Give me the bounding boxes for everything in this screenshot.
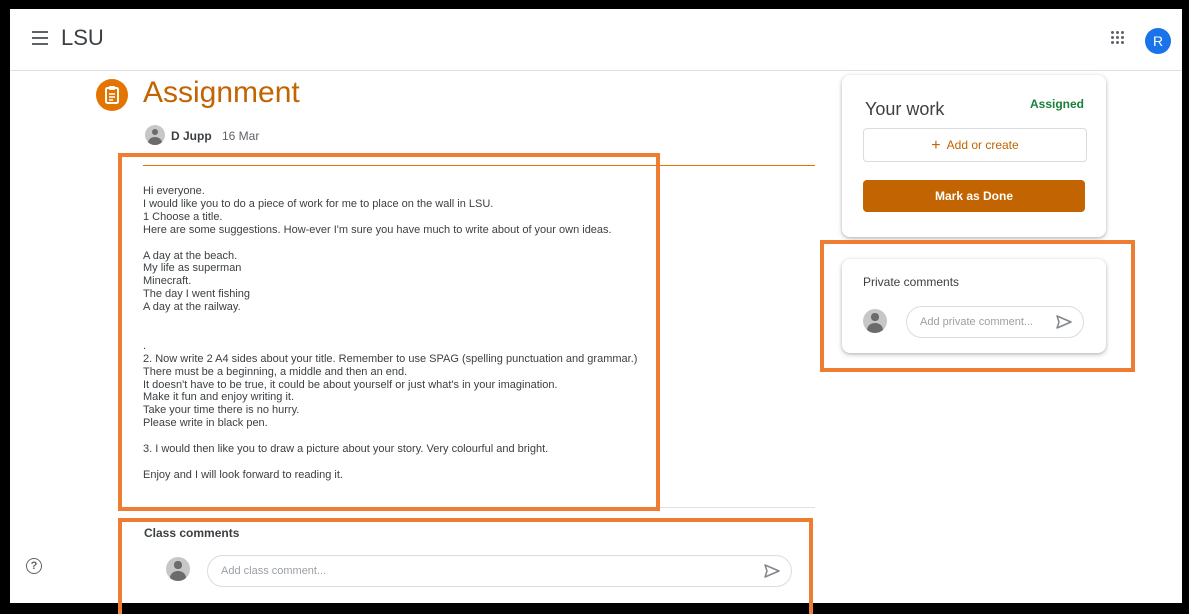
instruction-line: Enjoy and I will look forward to reading… (143, 468, 343, 481)
post-date: 16 Mar (222, 129, 260, 143)
instruction-line: Take your time there is no hurry. (143, 404, 300, 417)
status-badge: Assigned (1029, 97, 1084, 111)
instruction-line: My life as superman (143, 262, 242, 275)
instruction-line: It doesn't have to be true, it could be … (143, 378, 558, 391)
plus-icon: + (931, 137, 941, 154)
comments-divider (121, 507, 815, 508)
instruction-line (143, 237, 663, 250)
account-avatar[interactable]: R (1145, 28, 1171, 54)
author-name: D Jupp (171, 129, 212, 143)
instruction-line (143, 314, 663, 327)
private-comment-placeholder: Add private comment... (920, 316, 1034, 328)
instruction-line (143, 456, 663, 469)
class-comment-placeholder: Add class comment... (221, 565, 327, 577)
instruction-line: A day at the railway. (143, 301, 241, 314)
instruction-line: A day at the beach. (143, 249, 238, 262)
instruction-line: I would like you to do a piece of work f… (143, 197, 494, 210)
author-avatar (145, 125, 165, 145)
send-icon[interactable] (763, 563, 781, 579)
add-or-create-label: Add or create (946, 138, 1019, 152)
instruction-line: Here are some suggestions. How-ever I'm … (143, 223, 612, 236)
assignment-instructions: Hi everyone. I would like you to do a pie… (143, 185, 663, 482)
instruction-line (143, 327, 663, 340)
top-app-bar: LSU R (10, 9, 1182, 71)
header-divider (143, 165, 815, 166)
user-avatar (863, 309, 887, 333)
instruction-line: 3. I would then like you to draw a pictu… (143, 443, 549, 456)
your-work-card: Your work Assigned + Add or create Mark a… (842, 75, 1106, 237)
instruction-line (143, 430, 663, 443)
class-title[interactable]: LSU (61, 25, 104, 51)
help-icon[interactable]: ? (26, 558, 42, 574)
assignment-title: Assignment (143, 76, 300, 109)
user-avatar (166, 557, 190, 581)
mark-as-done-button[interactable]: Mark as Done (863, 180, 1085, 212)
hamburger-menu-icon[interactable] (32, 31, 48, 45)
send-icon[interactable] (1055, 314, 1073, 330)
add-or-create-button[interactable]: + Add or create (863, 128, 1087, 162)
instruction-line: There must be a beginning, a middle and … (143, 365, 408, 378)
classroom-window: LSU R Assignment D Jupp 16 Mar Hi everyo… (10, 9, 1182, 603)
instruction-line: 1 Choose a title. (143, 210, 223, 223)
instruction-line: Please write in black pen. (143, 417, 268, 430)
private-comments-title: Private comments (863, 275, 960, 289)
apps-grid-icon[interactable] (1111, 31, 1125, 45)
instruction-line: Minecraft. (143, 275, 192, 288)
instruction-line: . (143, 339, 147, 352)
instruction-line: 2. Now write 2 A4 sides about your title… (143, 352, 638, 365)
instruction-line: The day I went fishing (143, 288, 251, 301)
class-comments-title: Class comments (144, 526, 240, 540)
your-work-title: Your work (865, 99, 945, 119)
private-comments-card: Private comments Add private comment... (842, 259, 1106, 353)
class-comment-input[interactable]: Add class comment... (207, 555, 792, 587)
instruction-line: Hi everyone. (143, 185, 205, 197)
private-comment-input[interactable]: Add private comment... (906, 306, 1084, 338)
assignment-icon (96, 79, 128, 111)
instruction-line: Make it fun and enjoy writing it. (143, 391, 295, 404)
